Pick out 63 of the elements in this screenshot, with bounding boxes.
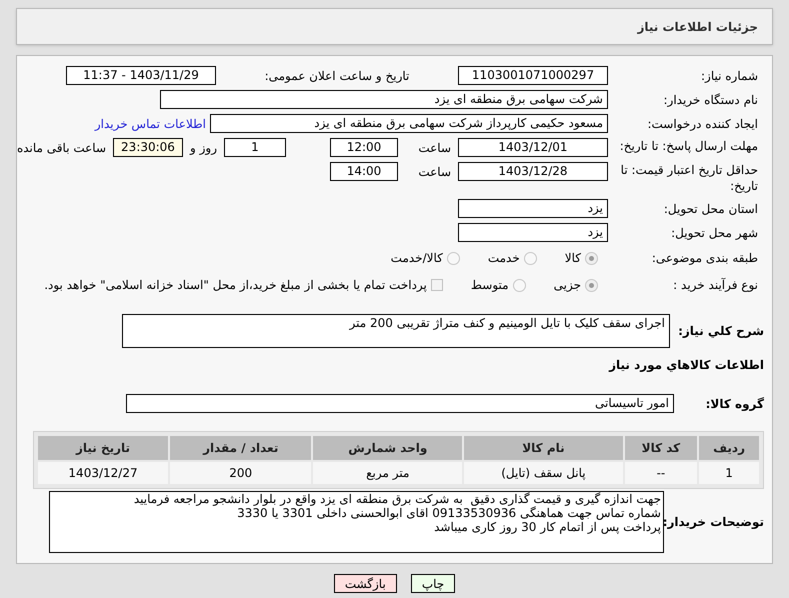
buyer-contact-link[interactable]: اطلاعات تماس خریدار <box>94 114 206 132</box>
field-label: مهلت ارسال پاسخ: تا تاریخ: <box>618 138 758 154</box>
column-header: تعداد / مقدار <box>170 436 312 460</box>
goods-group-field: امور تاسیساتی <box>126 394 674 413</box>
field-label: نام دستگاه خریدار: <box>662 92 758 108</box>
field-label: طبقه بندی موضوعی: <box>650 250 758 267</box>
table-cell: پانل سقف (تایل) <box>464 462 623 484</box>
field-label: شماره نیاز: <box>700 68 758 84</box>
field-label: توضیحات خریدار: <box>664 514 764 531</box>
radio-button[interactable] <box>512 278 526 292</box>
radio-label: خدمت <box>488 250 520 267</box>
column-header: ردیف <box>699 436 759 460</box>
remaining-time-field: 23:30:06 <box>113 138 183 157</box>
time-field: 12:00 <box>330 138 398 157</box>
field-label: ساعت <box>417 164 451 180</box>
print-button[interactable]: چاپ <box>410 574 456 593</box>
column-header: تاریخ نیاز <box>38 436 168 460</box>
radio-label: متوسط <box>470 277 509 294</box>
radio-label: کالا/خدمت <box>390 250 443 267</box>
checkbox[interactable] <box>430 279 443 291</box>
radio-button[interactable] <box>585 278 598 292</box>
section-title: اطلاعات کالاهاي مورد نیاز <box>608 357 764 374</box>
column-header: نام کالا <box>464 436 623 460</box>
radio-label: کالا <box>564 250 581 267</box>
note-line: پرداخت پس از اتمام کار 30 روز کاری میباشد <box>433 520 661 534</box>
requester-field: مسعود حکیمی کارپرداز شرکت سهامی برق منطقه ای یزد <box>210 114 608 133</box>
field-label: نوع فرآیند خرید : <box>672 277 758 294</box>
field-label: استان محل تحویل: <box>662 200 758 218</box>
field-label: حداقل تاریخ اعتبار قیمت: تا تاریخ: <box>620 162 758 194</box>
checkbox-label: پرداخت تمام یا بخشی از مبلغ خرید،از محل "اسناد خزانه اسلامی" خواهد بود. <box>44 277 427 294</box>
field-label: ایجاد کننده درخواست: <box>646 116 758 132</box>
note-line: شماره تماس جهت هماهنگی 09133530936 اقای ابوالحسنی داخلی 3301 یا 3330 <box>236 506 661 520</box>
province-field: یزد <box>458 199 608 218</box>
table-cell: 1403/12/27 <box>38 462 168 484</box>
buyer-org-field: شرکت سهامی برق منطقه ای یزد <box>160 90 608 109</box>
radio-button[interactable] <box>446 252 460 264</box>
field-label: روز و <box>190 140 217 156</box>
time-field: 14:00 <box>330 162 398 181</box>
city-field: یزد <box>458 223 608 242</box>
note-line: جهت اندازه گیری و قیمت گذاری دقیق به شرکت برق منطقه ای یزد واقع در بلوار دانشجو مراجعه فرمایید <box>132 492 661 506</box>
column-header: کد کالا <box>624 436 698 460</box>
field-label: تاریخ و ساعت اعلان عمومی: <box>264 68 410 84</box>
field-label: شرح کلي نیاز: <box>677 323 764 340</box>
radio-label: جزیی <box>554 277 581 294</box>
back-button[interactable]: بازگشت <box>334 574 397 593</box>
radio-button[interactable] <box>585 252 598 264</box>
need-number-field: 1103001071000297 <box>458 66 608 85</box>
date-field: 1403/12/28 <box>458 162 608 181</box>
field-label: ساعت <box>417 140 451 156</box>
description-field[interactable]: اجرای سقف کلیک با تایل الومینیم و کنف متراژ تقریبی 200 متر <box>122 314 670 348</box>
table-cell: 200 <box>170 462 312 484</box>
column-header: واحد شمارش <box>313 436 462 460</box>
date-field: 1403/12/01 <box>458 138 608 157</box>
field-label: ساعت باقی مانده <box>16 140 106 156</box>
table-cell: -- <box>624 462 698 484</box>
page-title: جزئیات اطلاعات نیاز <box>637 18 758 36</box>
table-cell: متر مربع <box>313 462 462 484</box>
radio-button[interactable] <box>524 252 537 264</box>
table-cell: 1 <box>699 462 759 484</box>
announce-date-field: 1403/11/29 - 11:37 <box>66 66 216 85</box>
field-label: گروه کالا: <box>704 396 764 412</box>
field-label: شهر محل تحویل: <box>670 224 758 242</box>
days-field: 1 <box>224 138 286 157</box>
